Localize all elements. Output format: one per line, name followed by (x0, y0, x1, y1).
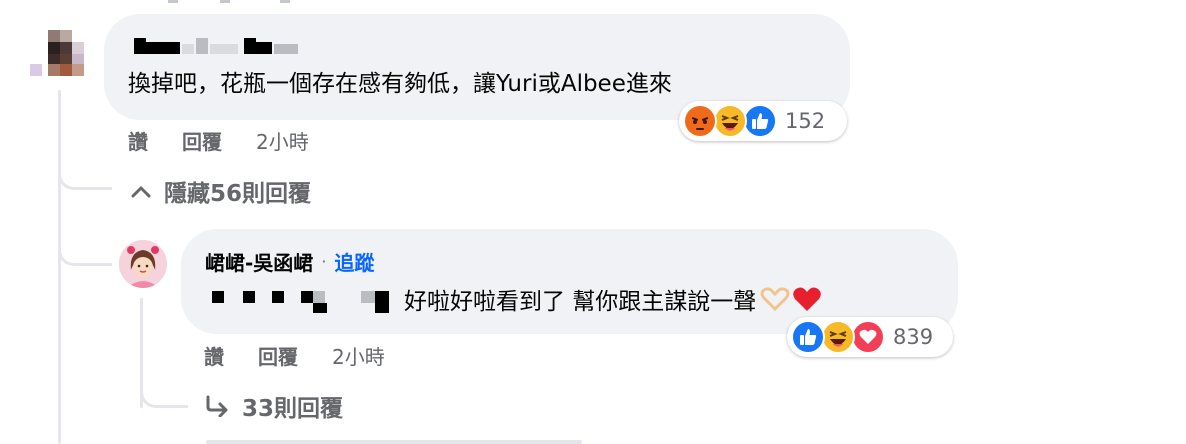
next-comment-stub (206, 440, 582, 444)
redacted-mention (212, 291, 224, 303)
reactions-summary-2[interactable]: 839 (787, 317, 953, 357)
comment-timestamp[interactable]: 2小時 (256, 126, 309, 155)
separator-dot: · (321, 252, 327, 271)
reactions-summary-1[interactable]: 152 (679, 101, 847, 141)
like-button[interactable]: 讚 (128, 126, 148, 155)
redaction-block (313, 303, 327, 313)
comment-author-row: 峮峮-吳函峮 · 追蹤 (205, 247, 374, 276)
redaction-block (272, 291, 284, 303)
comment-actions-2: 讚 回覆 2小時 (204, 341, 385, 370)
thread-elbow-more (140, 368, 188, 408)
reply-button[interactable]: 回覆 (182, 126, 222, 155)
redaction-block (134, 38, 146, 44)
redaction-block (313, 291, 325, 303)
redaction-block (301, 291, 313, 303)
follow-button[interactable]: 追蹤 (334, 247, 374, 276)
redaction-block (196, 38, 208, 54)
thread-line-main (58, 90, 61, 444)
reaction-count-1: 152 (785, 109, 826, 133)
view-replies-label: 33則回覆 (242, 396, 344, 422)
redaction-block (243, 291, 255, 303)
comment-body: 好啦好啦看到了 幫你跟主謀說一聲 (404, 289, 757, 315)
comment-text-2: 好啦好啦看到了 幫你跟主謀說一聲 (404, 286, 822, 319)
chevron-up-icon (130, 184, 152, 198)
haha-icon (821, 320, 855, 354)
comment-text-1: 換掉吧，花瓶一個存在感有夠低，讓Yuri或Albee進來 (128, 71, 672, 97)
avatar-censored[interactable] (30, 30, 90, 78)
redaction-block (375, 291, 389, 313)
thread-elbow-reply (58, 228, 112, 266)
reply-button[interactable]: 回覆 (258, 341, 298, 370)
redaction-block (244, 42, 272, 54)
comment-timestamp[interactable]: 2小時 (332, 341, 385, 370)
redaction-block (210, 44, 238, 54)
hide-replies-button[interactable]: 隱藏56則回覆 (130, 174, 311, 208)
hide-replies-label: 隱藏56則回覆 (164, 181, 312, 207)
reaction-count-2: 839 (893, 325, 934, 349)
author-name[interactable]: 峮峮-吳函峮 (205, 247, 313, 276)
angry-icon (683, 104, 717, 138)
view-replies-button[interactable]: 33則回覆 (204, 389, 343, 423)
red-heart-emoji (792, 286, 822, 319)
thread-elbow-hide (58, 150, 112, 190)
avatar-author-2[interactable] (119, 240, 167, 288)
like-icon (791, 320, 825, 354)
reply-arrow-icon (204, 395, 230, 417)
comment-thread: 換掉吧，花瓶一個存在感有夠低，讓Yuri或Albee進來 152 讚 回覆 2小… (0, 0, 1186, 444)
like-button[interactable]: 讚 (204, 341, 224, 370)
love-icon (851, 320, 885, 354)
redaction-block (361, 291, 375, 303)
redaction-block (182, 44, 194, 54)
redaction-block (274, 44, 298, 54)
like-icon (743, 104, 777, 138)
previous-content-stub (168, 0, 290, 3)
comment-actions-1: 讚 回覆 2小時 (128, 126, 309, 155)
heart-hands-emoji (760, 286, 790, 319)
haha-icon (713, 104, 747, 138)
